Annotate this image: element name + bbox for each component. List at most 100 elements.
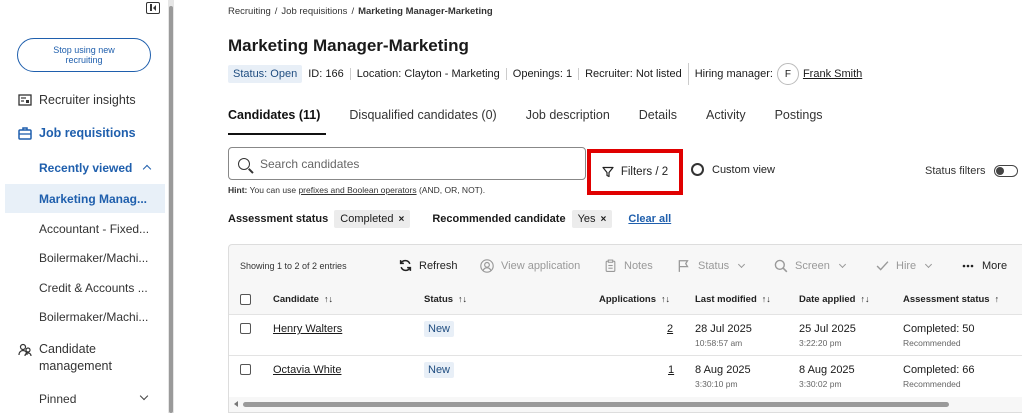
breadcrumb: Recruiting / Job requisitions / Marketing Ma… bbox=[228, 6, 493, 17]
view-application-button[interactable]: View application bbox=[480, 258, 581, 273]
recent-item[interactable]: Boilermaker/Machi... bbox=[39, 251, 148, 265]
select-all-checkbox[interactable] bbox=[240, 294, 251, 305]
refresh-button[interactable]: Refresh bbox=[399, 259, 458, 272]
close-icon[interactable]: × bbox=[398, 214, 404, 225]
filters-label: Filters / 2 bbox=[620, 166, 669, 178]
column-header-date-applied[interactable]: Date applied ↑↓ bbox=[799, 294, 870, 305]
more-dots-icon bbox=[962, 264, 974, 267]
toggle-switch[interactable] bbox=[993, 165, 1018, 177]
openings: Openings: 1 bbox=[505, 68, 578, 80]
notes-button[interactable]: Notes bbox=[604, 259, 653, 272]
page-title: Marketing Manager-Marketing bbox=[228, 36, 469, 55]
column-header-assessment-status[interactable]: Assessment status ↑ bbox=[903, 294, 999, 305]
search-placeholder: Search candidates bbox=[260, 156, 360, 171]
recently-viewed-label: Recently viewed bbox=[39, 161, 133, 175]
breadcrumb-current: Marketing Manager-Marketing bbox=[358, 6, 493, 17]
row-checkbox[interactable] bbox=[240, 323, 251, 334]
grid-toolbar: Showing 1 to 2 of 2 entries Refresh View… bbox=[229, 245, 1022, 286]
candidate-name-link[interactable]: Octavia White bbox=[273, 364, 341, 376]
briefcase-icon bbox=[18, 127, 32, 140]
checkmark-icon bbox=[876, 261, 889, 271]
filter-chip-recommended: Yes × bbox=[571, 210, 613, 228]
sidebar-item-label: Job requisitions bbox=[39, 126, 136, 140]
hiring-manager-link[interactable]: Frank Smith bbox=[803, 68, 862, 80]
last-modified: 8 Aug 2025 3:30:10 pm bbox=[695, 364, 751, 389]
breadcrumb-separator: / bbox=[351, 6, 355, 17]
applications-link[interactable]: 2 bbox=[667, 323, 673, 335]
horizontal-scrollbar[interactable] bbox=[229, 400, 1022, 408]
date-applied: 25 Jul 2025 3:22:20 pm bbox=[799, 323, 856, 348]
last-modified: 28 Jul 2025 10:58:57 am bbox=[695, 323, 752, 348]
requisition-id: ID: 166 bbox=[308, 68, 344, 80]
table-row[interactable]: Octavia White New 1 8 Aug 2025 3:30:10 pm… bbox=[229, 355, 1022, 397]
search-icon bbox=[238, 157, 250, 170]
column-header-last-modified[interactable]: Last modified ↑↓ bbox=[695, 294, 771, 305]
sidebar-item-candidate-management[interactable]: Candidate management bbox=[18, 341, 129, 375]
recent-item[interactable]: Accountant - Fixed... bbox=[39, 222, 149, 236]
column-header-status[interactable]: Status ↑↓ bbox=[424, 294, 467, 305]
filter-label: Assessment status bbox=[228, 213, 329, 225]
hint-label: Hint: bbox=[228, 185, 248, 195]
chevron-up-icon bbox=[143, 164, 152, 174]
scroll-left-arrow-icon[interactable] bbox=[234, 401, 238, 407]
candidate-name-link[interactable]: Henry Walters bbox=[273, 323, 342, 335]
status-filters-toggle[interactable]: Status filters bbox=[925, 165, 1018, 177]
hint-link[interactable]: prefixes and Boolean operators bbox=[298, 185, 416, 195]
horizontal-scrollbar-thumb[interactable] bbox=[243, 402, 949, 407]
more-button[interactable]: More bbox=[961, 260, 1007, 272]
column-header-applications[interactable]: Applications ↑↓ bbox=[599, 294, 670, 305]
recently-viewed-toggle[interactable]: Recently viewed bbox=[39, 161, 152, 175]
gear-icon bbox=[691, 163, 704, 176]
sidebar-item-recruiter-insights[interactable]: Recruiter insights bbox=[18, 93, 136, 107]
tab-details[interactable]: Details bbox=[639, 100, 677, 134]
assessment-status: Completed: 50 Recommended bbox=[903, 323, 975, 348]
refresh-icon bbox=[399, 259, 412, 272]
pinned-toggle[interactable]: Pinned bbox=[39, 391, 149, 406]
recent-item[interactable]: Boilermaker/Machi... bbox=[39, 310, 148, 324]
status-filters-label: Status filters bbox=[925, 165, 986, 177]
sidebar-item-job-requisitions[interactable]: Job requisitions bbox=[18, 126, 136, 140]
status-badge: New bbox=[424, 321, 455, 337]
recent-item[interactable]: Credit & Accounts ... bbox=[39, 281, 148, 295]
tab-candidates[interactable]: Candidates (11) bbox=[228, 100, 327, 135]
filter-chip-assessment: Completed × bbox=[334, 210, 411, 228]
search-hint: Hint: You can use prefixes and Boolean o… bbox=[228, 185, 485, 195]
more-label: More bbox=[982, 259, 1008, 272]
screen-label: Screen bbox=[795, 259, 830, 272]
tab-job-description[interactable]: Job description bbox=[526, 100, 610, 134]
tab-postings[interactable]: Postings bbox=[775, 100, 823, 134]
entries-count: Showing 1 to 2 of 2 entries bbox=[240, 260, 347, 271]
filters-button[interactable]: Filters / 2 bbox=[587, 149, 683, 195]
clear-all-link[interactable]: Clear all bbox=[628, 213, 671, 225]
hire-label: Hire bbox=[896, 259, 917, 272]
table-row[interactable]: Henry Walters New 2 28 Jul 2025 10:58:57 … bbox=[229, 314, 1022, 356]
screen-dropdown[interactable]: Screen bbox=[774, 259, 846, 273]
sort-icon: ↑↓ bbox=[860, 294, 870, 304]
column-header-candidate[interactable]: Candidate ↑↓ bbox=[273, 294, 333, 305]
tab-activity[interactable]: Activity bbox=[706, 100, 746, 134]
breadcrumb-separator: / bbox=[274, 6, 278, 17]
stop-new-recruiting-button[interactable]: Stop using new recruiting bbox=[17, 38, 151, 72]
breadcrumb-item[interactable]: Job requisitions bbox=[281, 6, 347, 17]
hire-dropdown[interactable]: Hire bbox=[876, 259, 933, 272]
sidebar-item-label: Candidate management bbox=[39, 342, 112, 373]
collapse-sidebar-icon[interactable] bbox=[146, 2, 160, 14]
breadcrumb-item[interactable]: Recruiting bbox=[228, 6, 271, 17]
tab-bar: Candidates (11) Disqualified candidates … bbox=[228, 100, 852, 135]
recent-item[interactable]: Marketing Manag... bbox=[39, 192, 147, 206]
close-icon[interactable]: × bbox=[601, 214, 607, 225]
sort-icon: ↑↓ bbox=[323, 294, 333, 304]
custom-view-button[interactable]: Custom view bbox=[691, 163, 775, 176]
status-dropdown[interactable]: Status bbox=[677, 259, 746, 273]
table-header: Candidate ↑↓ Status ↑↓ Applications ↑↓ Last… bbox=[229, 286, 1022, 314]
tab-disqualified[interactable]: Disqualified candidates (0) bbox=[349, 100, 496, 134]
flag-icon bbox=[678, 259, 689, 272]
user-circle-icon bbox=[480, 258, 494, 273]
row-checkbox[interactable] bbox=[240, 364, 251, 375]
applications-link[interactable]: 1 bbox=[668, 364, 674, 376]
view-application-label: View application bbox=[501, 259, 581, 272]
filter-icon bbox=[602, 166, 614, 178]
sidebar-scrollbar-thumb[interactable] bbox=[169, 6, 173, 413]
search-icon bbox=[774, 259, 788, 272]
search-input[interactable]: Search candidates bbox=[228, 147, 586, 180]
